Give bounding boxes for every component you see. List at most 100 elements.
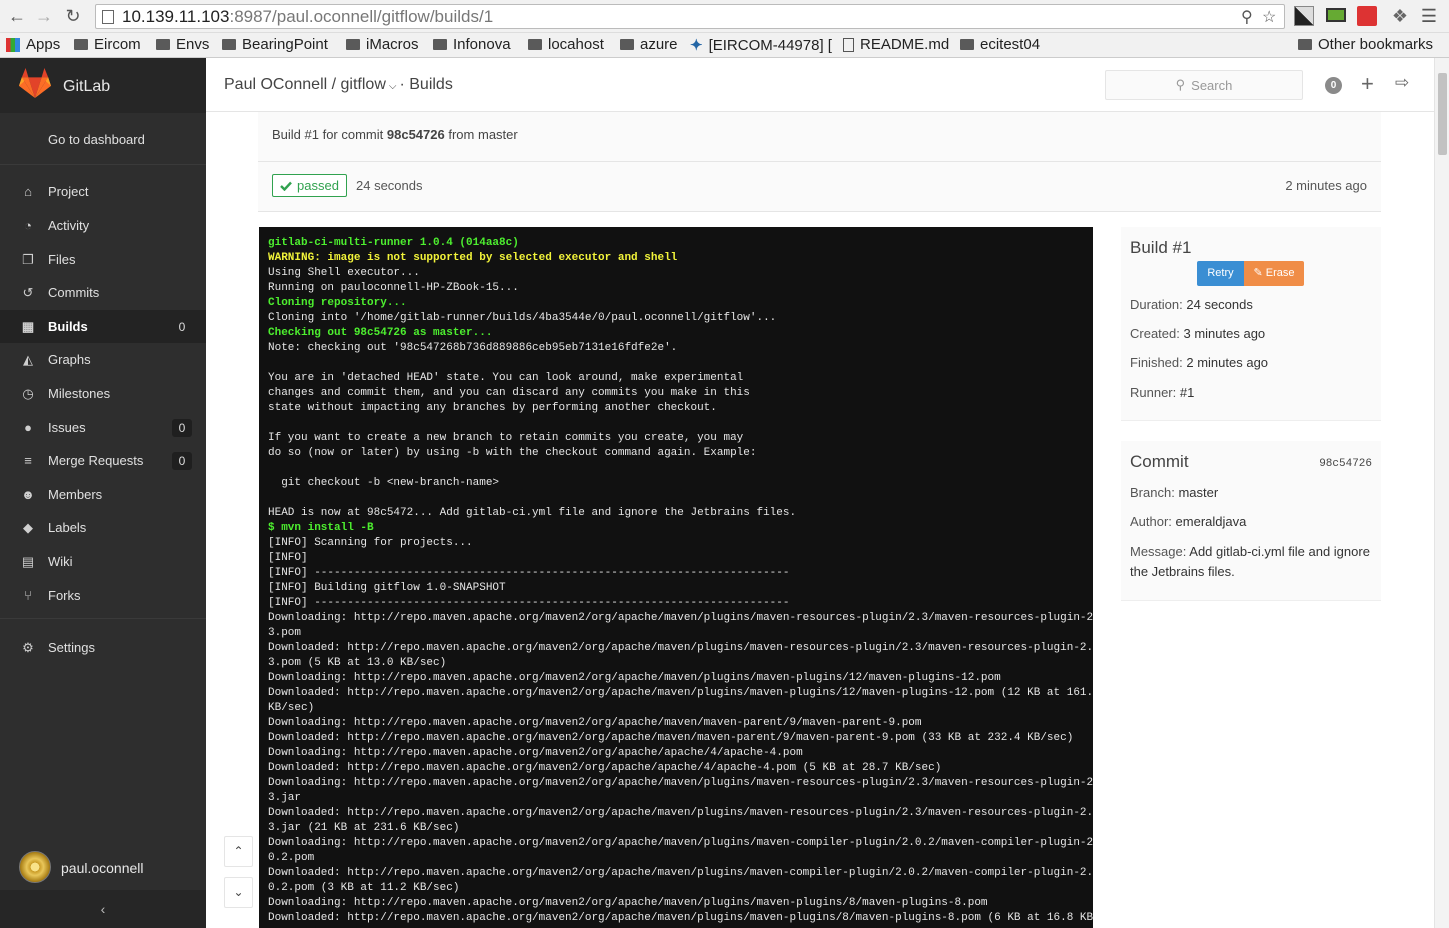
sidebar-item-milestones[interactable]: ◷ Milestones xyxy=(0,377,206,410)
log-line: Downloading: http://repo.maven.apache.or… xyxy=(268,837,1093,849)
build-info-bar: Build #1 for commit 98c54726 from master xyxy=(258,112,1381,162)
bookmark-folder[interactable]: Eircom xyxy=(74,36,141,53)
build-log[interactable]: gitlab-ci-multi-runner 1.0.4 (014aa8c) WA… xyxy=(259,227,1093,928)
sidebar-item-issues[interactable]: ● Issues 0 xyxy=(0,411,206,444)
sign-out-icon[interactable]: ⇨ xyxy=(1395,73,1409,93)
bookmark-folder[interactable]: locahost xyxy=(528,36,604,53)
search-input[interactable]: ⚲ Search xyxy=(1105,70,1303,100)
author-label: Author: xyxy=(1130,514,1172,529)
log-line: changes and commit them, and you can dis… xyxy=(268,387,750,399)
address-bar[interactable]: 10.139.11.103:8987/paul.oconnell/gitflow… xyxy=(95,4,1285,29)
sidebar-item-graphs[interactable]: ◭ Graphs xyxy=(0,343,206,376)
duration-row: Duration: 24 seconds xyxy=(1130,295,1375,315)
chevron-up-icon: ⌃ xyxy=(233,844,244,858)
commit-sha-link[interactable]: 98c54726 xyxy=(387,127,445,142)
sidebar-item-labels[interactable]: ◆ Labels xyxy=(0,511,206,544)
reload-icon[interactable]: ↻ xyxy=(60,3,86,29)
bookmark-apps[interactable]: Apps xyxy=(6,36,60,53)
bookmark-folder[interactable]: BearingPoint xyxy=(222,36,328,53)
chevron-down-icon[interactable]: ⌵ xyxy=(389,81,397,92)
sidebar-item-label: Merge Requests xyxy=(48,453,144,468)
bookmark-star-icon[interactable]: ☆ xyxy=(1262,7,1276,27)
runner-link[interactable]: #1 xyxy=(1180,385,1194,400)
bookmark-folder[interactable]: Envs xyxy=(156,36,209,53)
collapse-sidebar-button[interactable]: ‹ xyxy=(0,890,206,928)
bookmark-label: Envs xyxy=(176,36,210,53)
folder-icon xyxy=(222,39,236,50)
count-badge: 0 xyxy=(172,418,192,437)
scroll-to-top-button[interactable]: ⌃ xyxy=(224,836,253,867)
extension-icon[interactable] xyxy=(1294,6,1314,26)
status-badge: passed xyxy=(272,174,347,197)
breadcrumb-owner[interactable]: Paul OConnell xyxy=(224,76,327,93)
message-row: Message: Add gitlab-ci.yml file and igno… xyxy=(1130,542,1375,582)
erase-label: Erase xyxy=(1265,267,1295,279)
bookmark-folder[interactable]: Infonova xyxy=(433,36,511,53)
sidebar-item-forks[interactable]: ⑂ Forks xyxy=(0,579,206,612)
plus-icon[interactable]: + xyxy=(1361,71,1374,97)
log-line: Downloading: http://repo.maven.apache.or… xyxy=(268,717,922,729)
sidebar-item-files[interactable]: ❐ Files xyxy=(0,243,206,276)
log-line: Downloading: http://repo.maven.apache.or… xyxy=(268,672,1001,684)
browser-toolbar: ← → ↻ 10.139.11.103:8987/paul.oconnell/g… xyxy=(0,0,1449,33)
back-icon[interactable]: ← xyxy=(4,3,30,29)
log-line: state without impacting any branches by … xyxy=(268,402,717,414)
retry-button[interactable]: Retry xyxy=(1197,261,1244,286)
erase-button[interactable]: ✎ Erase xyxy=(1244,261,1304,286)
log-line: [INFO] ---------------------------------… xyxy=(268,597,790,609)
scroll-to-bottom-button[interactable]: ⌄ xyxy=(224,877,253,908)
count-badge: 0 xyxy=(178,319,186,334)
commit-sha-link[interactable]: 98c54726 xyxy=(1319,458,1372,470)
divider xyxy=(0,618,206,619)
log-line: Downloaded: http://repo.maven.apache.org… xyxy=(268,912,1093,924)
page-scrollbar[interactable] xyxy=(1434,58,1449,928)
sidebar-item-wiki[interactable]: ▤ Wiki xyxy=(0,545,206,578)
breadcrumb-project[interactable]: gitflow xyxy=(341,76,386,93)
monitor-extension-icon[interactable] xyxy=(1326,8,1346,22)
message-label: Message: xyxy=(1130,544,1187,559)
other-bookmarks[interactable]: Other bookmarks xyxy=(1298,36,1433,53)
bookmark-folder[interactable]: ecitest04 xyxy=(960,36,1040,53)
branch-link[interactable]: master xyxy=(478,127,518,142)
exclamation-circle-icon: ● xyxy=(24,420,32,435)
zoom-icon[interactable]: ⚲ xyxy=(1241,7,1253,27)
sidebar-item-merge-requests[interactable]: ≡ Merge Requests 0 xyxy=(0,444,206,477)
bookmark-jira[interactable]: ✦ [EIRCOM-44978] [ xyxy=(690,36,832,55)
sidebar-item-members[interactable]: ☻ Members xyxy=(0,478,206,511)
go-to-dashboard-link[interactable]: Go to dashboard xyxy=(48,132,145,147)
sidebar-item-label: Members xyxy=(48,487,103,502)
bookmark-label: locahost xyxy=(548,36,604,53)
bookmark-folder[interactable]: iMacros xyxy=(346,36,419,53)
log-line: 3.jar (21 KB at 231.6 KB/sec) xyxy=(268,822,460,834)
todos-count-badge[interactable]: 0 xyxy=(1325,77,1342,94)
brand-row[interactable]: GitLab xyxy=(0,58,206,113)
files-icon: ❐ xyxy=(22,251,34,267)
sidebar-item-project[interactable]: ⌂ Project xyxy=(0,175,206,208)
branch-label: Branch: xyxy=(1130,485,1175,500)
build-panel-title: Build #1 xyxy=(1130,238,1192,257)
puzzle-icon[interactable]: ❖ xyxy=(1390,6,1410,26)
menu-icon[interactable]: ☰ xyxy=(1419,6,1439,26)
sidebar-item-settings[interactable]: ⚙ Settings xyxy=(0,631,206,664)
bookmark-folder[interactable]: azure xyxy=(620,36,678,53)
bookmark-label: Eircom xyxy=(94,36,141,53)
list-icon: ≡ xyxy=(24,453,32,468)
log-line: [INFO] xyxy=(268,552,308,564)
bookmark-file[interactable]: README.md xyxy=(843,36,949,53)
search-icon: ⚲ xyxy=(1175,77,1186,92)
sidebar-item-commits[interactable]: ↺ Commits xyxy=(0,276,206,309)
todoist-icon[interactable] xyxy=(1357,6,1377,26)
runner-label: Runner: xyxy=(1130,385,1177,400)
author-row: Author: emeraldjava xyxy=(1130,512,1375,532)
current-user[interactable]: paul.oconnell xyxy=(0,848,206,888)
users-icon: ☻ xyxy=(21,487,35,502)
folder-icon xyxy=(156,39,170,50)
from-text: from xyxy=(448,127,475,142)
forward-icon[interactable]: → xyxy=(31,3,57,29)
sidebar-item-builds[interactable]: ▦ Builds 0 xyxy=(0,310,206,343)
scrollbar-thumb[interactable] xyxy=(1438,73,1447,155)
sidebar-item-activity[interactable]: ◔ Activity xyxy=(0,209,206,242)
book-icon: ▤ xyxy=(21,553,35,569)
branch-value: master xyxy=(1178,485,1219,500)
